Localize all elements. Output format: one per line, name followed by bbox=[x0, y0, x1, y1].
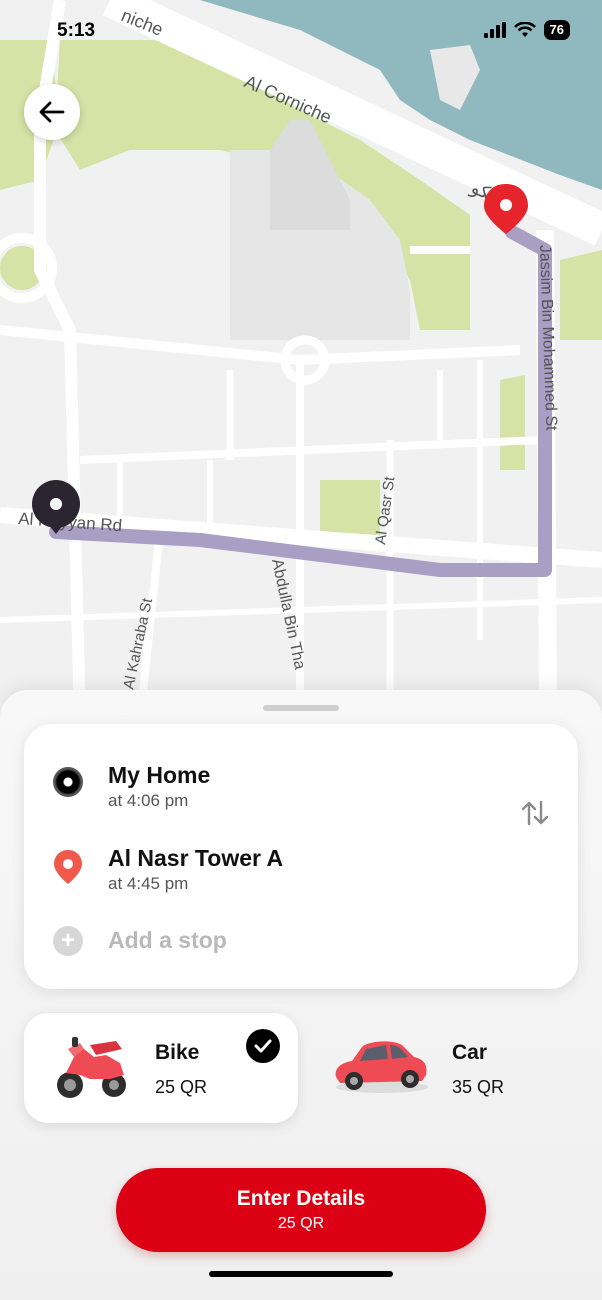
back-button[interactable] bbox=[24, 84, 80, 140]
vehicle-name-bike: Bike bbox=[155, 1041, 200, 1064]
car-icon bbox=[335, 1041, 428, 1093]
enter-details-button[interactable]: Enter Details 25 QR bbox=[116, 1168, 486, 1252]
add-stop-row[interactable]: + Add a stop bbox=[53, 926, 227, 956]
vehicle-price-bike: 25 QR bbox=[155, 1077, 208, 1097]
checkmark-icon bbox=[246, 1029, 280, 1063]
status-icons: 76 bbox=[483, 20, 570, 40]
add-stop-label: Add a stop bbox=[108, 927, 227, 953]
origin-name: My Home bbox=[108, 762, 211, 788]
home-indicator[interactable] bbox=[209, 1271, 393, 1277]
cta-label: Enter Details bbox=[236, 1187, 366, 1210]
arrow-left-icon bbox=[39, 101, 65, 123]
route-card: My Home at 4:06 pm Al Nasr Tower A at 4:… bbox=[24, 724, 578, 989]
vehicle-price-car: 35 QR bbox=[452, 1077, 505, 1097]
bottom-sheet: My Home at 4:06 pm Al Nasr Tower A at 4:… bbox=[0, 690, 602, 1300]
cta-price: 25 QR bbox=[277, 1215, 325, 1232]
status-time: 5:13 bbox=[57, 20, 96, 41]
status-bar: 5:13 76 bbox=[0, 0, 602, 60]
add-icon: + bbox=[53, 926, 83, 956]
signal-icon bbox=[483, 22, 506, 38]
battery-icon: 76 bbox=[543, 20, 570, 40]
destination-time: at 4:45 pm bbox=[108, 874, 189, 893]
swap-icon[interactable] bbox=[520, 800, 550, 826]
vehicle-name-car: Car bbox=[452, 1041, 488, 1064]
destination-name: Al Nasr Tower A bbox=[108, 845, 284, 871]
origin-dot-icon bbox=[53, 767, 83, 797]
motorbike-icon bbox=[57, 1037, 126, 1098]
sheet-grabber[interactable] bbox=[263, 705, 339, 711]
origin-time: at 4:06 pm bbox=[108, 791, 189, 810]
vehicle-option-bike[interactable]: Bike 25 QR bbox=[24, 1013, 298, 1123]
destination-pin-icon bbox=[54, 850, 82, 884]
wifi-icon bbox=[513, 22, 536, 37]
vehicle-option-car[interactable]: Car 35 QR bbox=[310, 1013, 578, 1123]
map-view[interactable]: niche Al Corniche الكو Al Rayyan Rd Jass… bbox=[0, 0, 602, 720]
